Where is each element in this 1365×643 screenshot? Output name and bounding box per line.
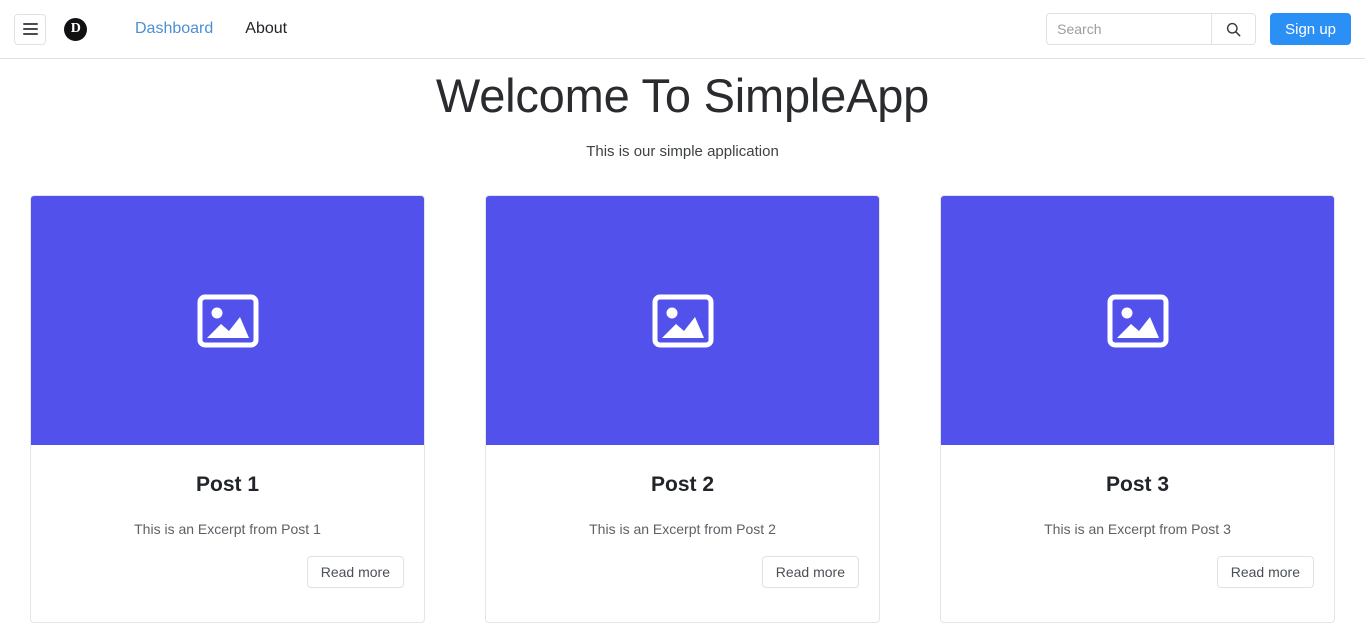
search-input[interactable] bbox=[1046, 13, 1212, 45]
hero-section: Welcome To SimpleApp This is our simple … bbox=[0, 59, 1365, 160]
hamburger-bar bbox=[22, 28, 38, 30]
post-card-title: Post 3 bbox=[1105, 473, 1170, 497]
sign-up-button[interactable]: Sign up bbox=[1270, 13, 1351, 45]
hamburger-bar bbox=[22, 23, 38, 25]
post-card[interactable]: Post 1 This is an Excerpt from Post 1 Re… bbox=[30, 195, 425, 624]
page-subtitle: This is our simple application bbox=[586, 143, 779, 161]
hamburger-bar bbox=[22, 33, 38, 35]
page-title: Welcome To SimpleApp bbox=[435, 69, 930, 122]
post-card-title: Post 1 bbox=[195, 473, 260, 497]
post-card-image bbox=[941, 196, 1334, 446]
post-card[interactable]: Post 2 This is an Excerpt from Post 2 Re… bbox=[485, 195, 880, 624]
post-card-excerpt: This is an Excerpt from Post 3 bbox=[1044, 520, 1231, 537]
post-card-excerpt: This is an Excerpt from Post 1 bbox=[134, 520, 321, 537]
image-placeholder-icon bbox=[652, 294, 713, 348]
post-card-title: Post 2 bbox=[650, 473, 715, 497]
post-card-body: Post 2 This is an Excerpt from Post 2 Re… bbox=[486, 445, 879, 622]
search-submit-button[interactable] bbox=[1211, 13, 1257, 45]
navbar-left-group: D Dashboard About bbox=[14, 12, 303, 46]
post-card-actions: Read more bbox=[506, 537, 859, 589]
search-icon bbox=[1227, 22, 1241, 36]
post-card-image bbox=[486, 196, 879, 446]
image-placeholder-icon bbox=[197, 294, 258, 348]
post-card-actions: Read more bbox=[51, 537, 404, 589]
read-more-button[interactable]: Read more bbox=[1216, 555, 1314, 589]
nav-link-about[interactable]: About bbox=[229, 12, 303, 46]
brand-logo-icon[interactable]: D bbox=[64, 17, 87, 41]
nav-links: Dashboard About bbox=[119, 12, 303, 46]
post-cards-row: Post 1 This is an Excerpt from Post 1 Re… bbox=[0, 160, 1365, 624]
brand-logo-glyph: D bbox=[70, 21, 81, 36]
post-card-image bbox=[31, 196, 424, 446]
post-card-excerpt: This is an Excerpt from Post 2 bbox=[589, 520, 776, 537]
search-group bbox=[1046, 13, 1257, 45]
image-placeholder-icon bbox=[1107, 294, 1168, 348]
post-card-body: Post 3 This is an Excerpt from Post 3 Re… bbox=[941, 445, 1334, 622]
post-card-body: Post 1 This is an Excerpt from Post 1 Re… bbox=[31, 445, 424, 622]
read-more-button[interactable]: Read more bbox=[761, 555, 859, 589]
navbar: D Dashboard About Sign up bbox=[0, 0, 1365, 59]
nav-link-dashboard[interactable]: Dashboard bbox=[119, 12, 229, 46]
navbar-right-group: Sign up bbox=[1046, 13, 1351, 45]
post-card[interactable]: Post 3 This is an Excerpt from Post 3 Re… bbox=[940, 195, 1335, 624]
hamburger-menu-button[interactable] bbox=[14, 13, 46, 45]
read-more-button[interactable]: Read more bbox=[306, 555, 404, 589]
post-card-actions: Read more bbox=[961, 537, 1314, 589]
